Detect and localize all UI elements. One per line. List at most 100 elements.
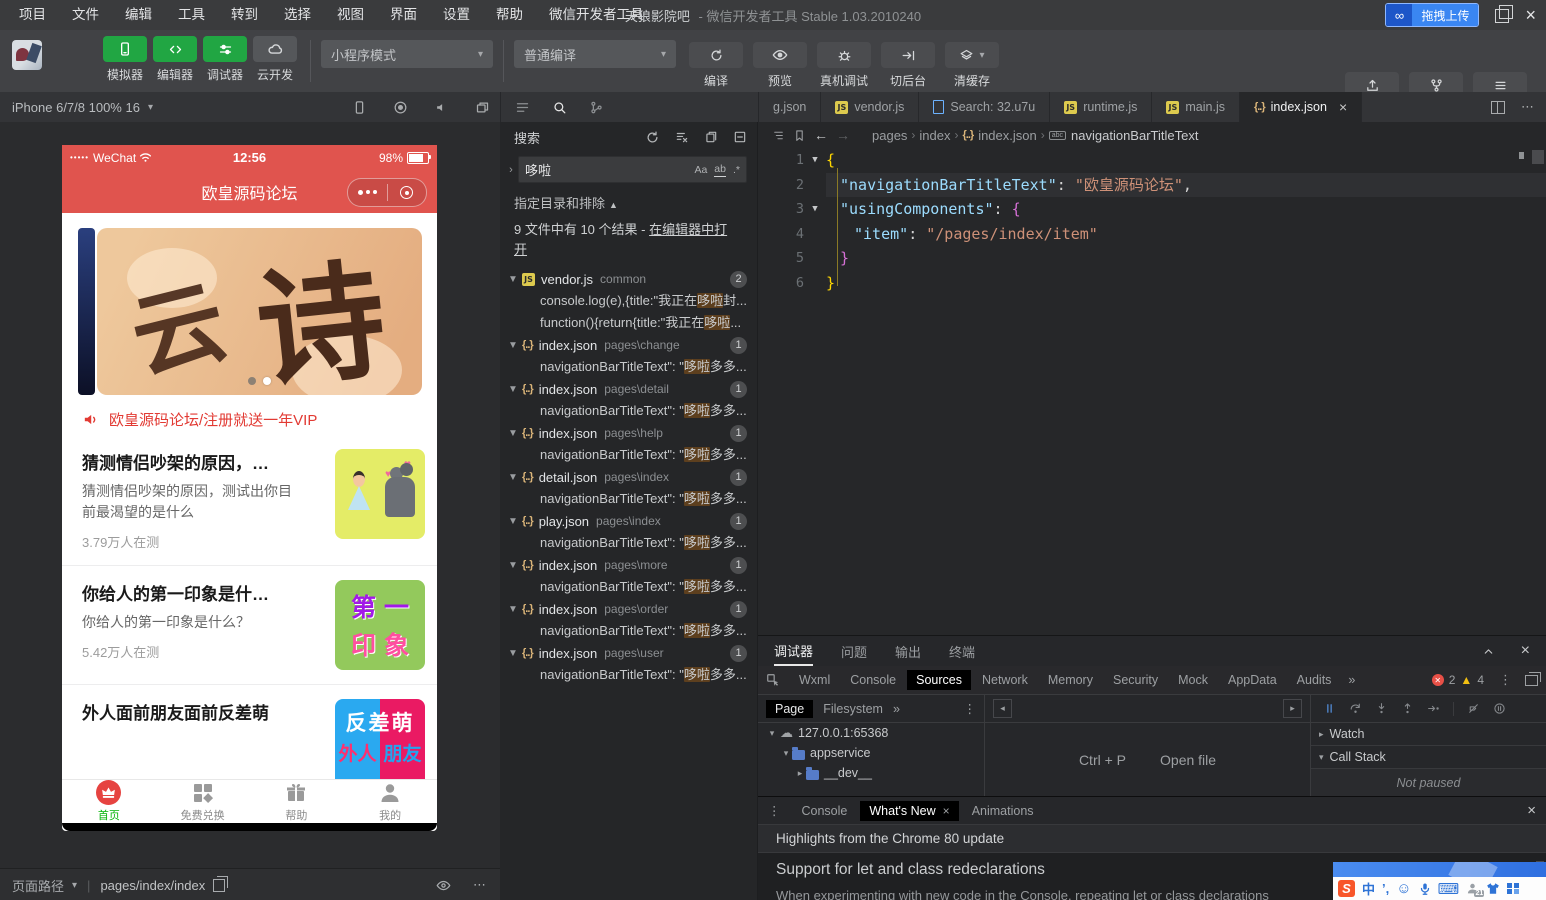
- search-scope-toggle[interactable]: 指定目录和排除 ▲: [500, 187, 757, 214]
- sound-icon[interactable]: [434, 100, 449, 115]
- whole-word-icon[interactable]: ab: [714, 163, 726, 177]
- debugger-tab-输出[interactable]: 输出: [895, 636, 921, 666]
- undock-icon[interactable]: [1525, 671, 1541, 686]
- debugger-tab-调试器[interactable]: 调试器: [774, 636, 814, 666]
- action-预览[interactable]: 预览: [751, 36, 809, 89]
- inspect-element-icon[interactable]: [766, 673, 780, 687]
- keyboard-icon[interactable]: ⌨: [1438, 880, 1460, 898]
- voice-input-icon[interactable]: [1419, 882, 1431, 896]
- devtools-menu-icon[interactable]: ⋮: [1499, 672, 1512, 688]
- drawer-menu-icon[interactable]: ⋮: [768, 803, 781, 818]
- eye-icon[interactable]: [436, 878, 451, 893]
- user-avatar[interactable]: [12, 40, 42, 70]
- step-icon[interactable]: [1427, 702, 1440, 715]
- clear-results-icon[interactable]: [675, 130, 689, 144]
- drawer-tab-Animations[interactable]: Animations: [963, 801, 1043, 821]
- devtools-tab-Wxml[interactable]: Wxml: [790, 670, 839, 690]
- editor-scrollbar[interactable]: [1532, 150, 1544, 164]
- pause-on-exceptions-icon[interactable]: [1493, 702, 1506, 715]
- drag-upload-button[interactable]: ∞ 拖拽上传: [1385, 3, 1480, 27]
- match-case-icon[interactable]: Aa: [694, 164, 707, 176]
- emoji-icon[interactable]: ☺: [1396, 880, 1411, 897]
- toolbar-云开发[interactable]: 云开发: [252, 36, 298, 83]
- search-result-file[interactable]: ▼ {..} index.json pages\more 1: [500, 554, 757, 576]
- debugger-tab-终端[interactable]: 终端: [949, 636, 975, 666]
- menu-item-6[interactable]: 视图: [324, 0, 377, 30]
- window-restore-button[interactable]: [1495, 5, 1514, 23]
- devtools-tab-Network[interactable]: Network: [973, 670, 1037, 690]
- watch-section[interactable]: ▸ Watch: [1311, 723, 1546, 746]
- drawer-tab-Console[interactable]: Console: [793, 801, 857, 821]
- refresh-icon[interactable]: [645, 130, 660, 145]
- compile-mode-select[interactable]: 普通编译 ▾: [514, 40, 676, 68]
- devtools-tab-Sources[interactable]: Sources: [907, 670, 971, 690]
- collapse-all-icon[interactable]: [733, 130, 747, 144]
- outline-icon[interactable]: [772, 129, 785, 142]
- menu-item-3[interactable]: 工具: [165, 0, 218, 30]
- menu-item-9[interactable]: 帮助: [483, 0, 536, 30]
- step-into-icon[interactable]: [1375, 702, 1388, 715]
- menu-item-4[interactable]: 转到: [218, 0, 271, 30]
- close-drawer-icon[interactable]: ×: [1527, 802, 1536, 819]
- more-button[interactable]: [348, 190, 387, 195]
- fold-icon[interactable]: ▼: [804, 155, 826, 165]
- toolbar-编辑器[interactable]: 编辑器: [152, 36, 198, 83]
- more-tabs-icon[interactable]: »: [1348, 673, 1355, 687]
- account-icon[interactable]: 21: [1466, 882, 1485, 897]
- devtools-tab-Security[interactable]: Security: [1104, 670, 1167, 690]
- devtools-tab-Console[interactable]: Console: [841, 670, 905, 690]
- carousel-prev-slide[interactable]: [78, 228, 95, 395]
- breadcrumb-item-navigationBarTitleText[interactable]: abc navigationBarTitleText: [1048, 128, 1198, 143]
- action-编译[interactable]: 编译: [687, 36, 745, 89]
- search-result-match[interactable]: function(){return{title:"我正在哆啦...: [500, 312, 757, 334]
- search-result-file[interactable]: ▼ {..} play.json pages\index 1: [500, 510, 757, 532]
- search-result-file[interactable]: ▼ {..} index.json pages\detail 1: [500, 378, 757, 400]
- phone-tab-帮助[interactable]: 帮助: [250, 780, 344, 823]
- debugger-tab-问题[interactable]: 问题: [841, 636, 867, 666]
- open-file-label[interactable]: Open file: [1160, 752, 1216, 768]
- devtools-tab-Audits[interactable]: Audits: [1288, 670, 1341, 690]
- open-new-search-icon[interactable]: [704, 130, 718, 144]
- page-path-label[interactable]: 页面路径: [12, 876, 64, 895]
- search-result-match[interactable]: navigationBarTitleText": "哆啦多多...: [500, 664, 757, 686]
- action-清缓存[interactable]: ▾ 清缓存: [943, 36, 1001, 89]
- more-tabs-icon[interactable]: »: [893, 702, 900, 716]
- split-editor-icon[interactable]: [1491, 100, 1505, 114]
- breadcrumb-item-pages[interactable]: pages: [872, 128, 907, 143]
- phone-tab-免费兑换[interactable]: 免费兑换: [156, 780, 250, 823]
- toggle-replace-icon[interactable]: ›: [504, 164, 518, 176]
- carousel-banner[interactable]: 云 诗: [97, 228, 422, 395]
- devtools-tab-AppData[interactable]: AppData: [1219, 670, 1286, 690]
- menu-item-5[interactable]: 选择: [271, 0, 324, 30]
- search-icon[interactable]: [552, 100, 567, 115]
- quiz-card-2[interactable]: 外人面前朋友面前反差萌 反差萌 外人 朋友: [62, 685, 437, 779]
- menu-item-0[interactable]: 项目: [6, 0, 59, 30]
- search-result-match[interactable]: console.log(e),{title:"我正在哆啦封...: [500, 290, 757, 312]
- scm-icon[interactable]: [589, 100, 604, 115]
- editor-tab-vendor.js[interactable]: JS vendor.js: [821, 92, 920, 122]
- action-切后台[interactable]: 切后台: [879, 36, 937, 89]
- sogou-logo-icon[interactable]: S: [1338, 880, 1355, 897]
- copy-path-icon[interactable]: [213, 875, 228, 892]
- close-tab-icon[interactable]: ×: [943, 804, 950, 818]
- regex-icon[interactable]: .*: [733, 164, 740, 176]
- device-selector[interactable]: iPhone 6/7/8 100% 16 ▾: [12, 100, 153, 115]
- nav-forward-icon[interactable]: →: [836, 127, 850, 143]
- menu-item-2[interactable]: 编辑: [112, 0, 165, 30]
- code-editor[interactable]: 1 ▼{2 "navigationBarTitleText": "欧皇源码论坛",…: [758, 148, 1546, 295]
- mode-select[interactable]: 小程序模式 ▾: [321, 40, 493, 68]
- show-navigator-icon[interactable]: ◂: [993, 699, 1012, 718]
- search-result-file[interactable]: ▼ {..} index.json pages\order 1: [500, 598, 757, 620]
- sources-nav-tab-Page[interactable]: Page: [766, 699, 814, 718]
- deactivate-breakpoints-icon[interactable]: [1467, 702, 1480, 715]
- record-icon[interactable]: [393, 100, 408, 115]
- menu-item-1[interactable]: 文件: [59, 0, 112, 30]
- action-真机调试[interactable]: 真机调试: [815, 36, 873, 89]
- search-result-match[interactable]: navigationBarTitleText": "哆啦多多...: [500, 488, 757, 510]
- menu-item-8[interactable]: 设置: [430, 0, 483, 30]
- window-close-button[interactable]: ×: [1525, 6, 1536, 24]
- phone-tab-我的[interactable]: 我的: [343, 780, 437, 823]
- step-over-icon[interactable]: [1349, 702, 1362, 715]
- devtools-tab-Mock[interactable]: Mock: [1169, 670, 1217, 690]
- toolbar-模拟器[interactable]: 模拟器: [102, 36, 148, 83]
